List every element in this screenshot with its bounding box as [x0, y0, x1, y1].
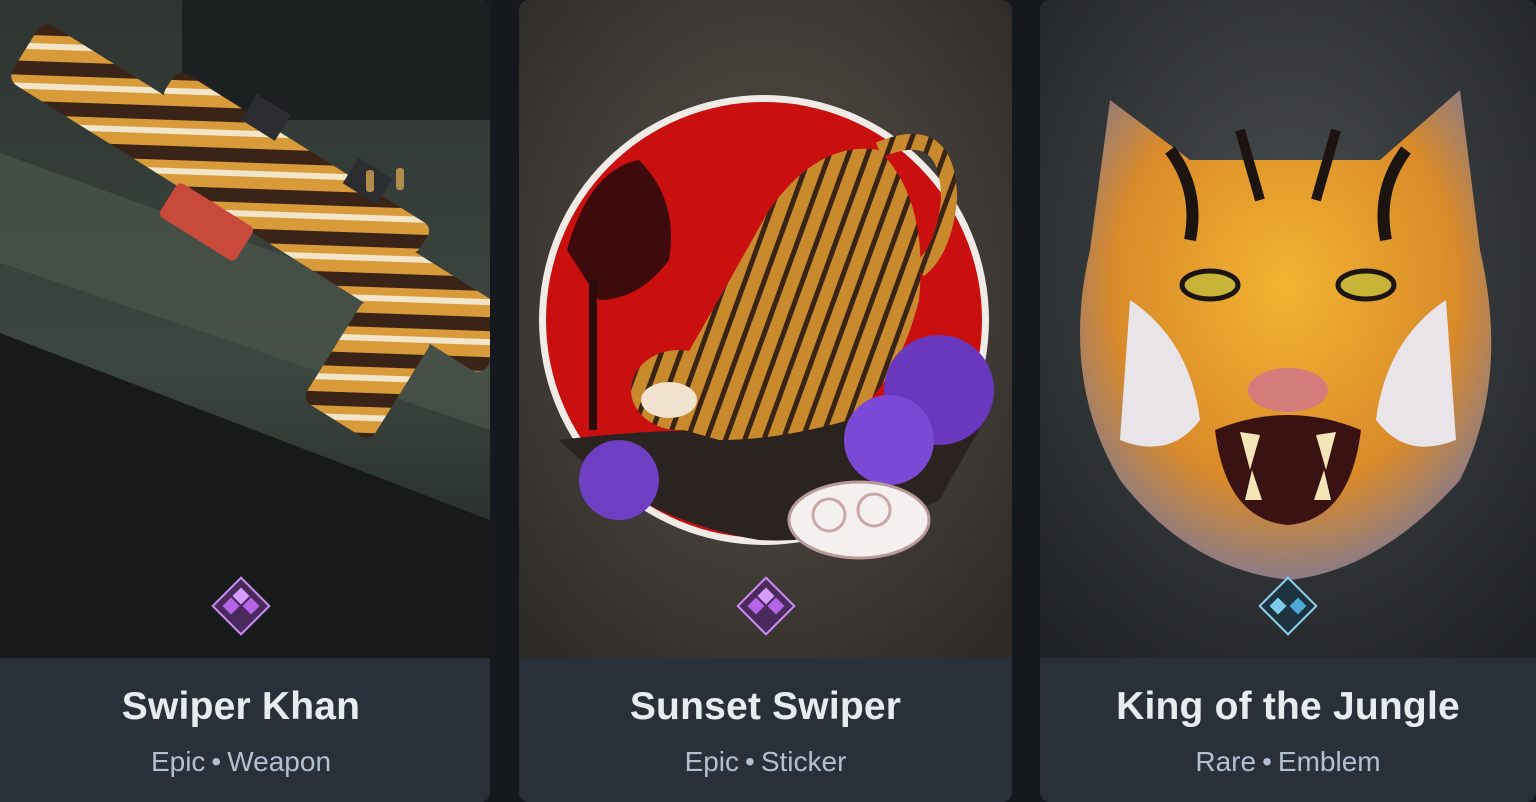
epic-rarity-icon [735, 576, 796, 636]
item-rarity: Epic [150, 746, 206, 777]
item-title: Swiper Khan [121, 685, 361, 728]
sticker-image [519, 0, 1012, 658]
rare-rarity-icon [1258, 576, 1318, 636]
item-rarity: Rare [1195, 746, 1257, 777]
weapon-image [0, 0, 490, 658]
item-type: Weapon [227, 746, 332, 777]
item-meta: Rare • Emblem [1040, 746, 1536, 778]
meta-separator: • [211, 746, 222, 777]
item-rarity: Epic [684, 746, 740, 777]
meta-separator: • [745, 746, 755, 777]
item-type: Emblem [1277, 746, 1381, 777]
item-card-sunset-swiper[interactable]: Sunset Swiper Epic • Sticker [519, 0, 1012, 802]
item-title: King of the Jungle [1116, 685, 1460, 728]
item-meta: Epic • Weapon [0, 746, 490, 778]
item-title: Sunset Swiper [629, 685, 902, 728]
emblem-image [1040, 0, 1536, 658]
item-info: Sunset Swiper Epic • Sticker [519, 658, 1012, 802]
item-card-swiper-khan[interactable]: Swiper Khan Epic • Weapon [0, 0, 490, 802]
epic-rarity-icon [211, 576, 271, 636]
meta-separator: • [1262, 746, 1272, 777]
item-card-king-of-the-jungle[interactable]: King of the Jungle Rare • Emblem [1040, 0, 1536, 802]
item-meta: Epic • Sticker [519, 746, 1012, 778]
item-type: Sticker [760, 746, 847, 777]
item-info: King of the Jungle Rare • Emblem [1040, 658, 1536, 802]
item-info: Swiper Khan Epic • Weapon [0, 658, 490, 802]
